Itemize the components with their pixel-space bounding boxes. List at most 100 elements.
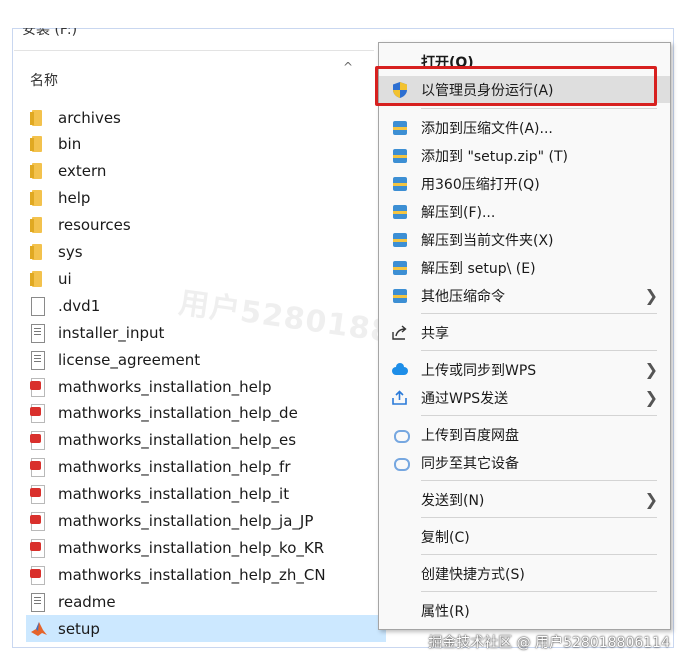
menu-item-extract-to[interactable]: 解压到(F)... [379,198,670,225]
chevron-right-icon: ❯ [644,360,658,379]
winrar-icon [391,203,409,221]
folder-icon [30,270,46,287]
file-name: mathworks_installation_help_de [58,404,298,423]
file-name: installer_input [58,323,165,342]
menu-item-share[interactable]: 共享 [379,319,670,346]
file-icon [30,296,46,316]
wps-cloud-icon [391,361,409,379]
baidu-netdisk-icon [391,426,410,444]
file-name: ui [58,269,72,288]
menu-item-upload-wps[interactable]: 上传或同步到WPS ❯ [379,356,670,383]
file-row[interactable]: mathworks_installation_help_fr [30,454,380,481]
menu-separator [421,350,657,351]
file-row[interactable]: sys [30,239,380,266]
file-row[interactable]: mathworks_installation_help_zh_CN [30,561,380,588]
context-menu: 打开(O) 以管理员身份运行(A) 添加到压缩文件(A)... 添加到 "set… [378,42,671,630]
menu-item-add-to-setup-zip[interactable]: 添加到 "setup.zip" (T) [379,142,670,169]
file-row[interactable]: mathworks_installation_help_de [30,400,380,427]
folder-icon [30,109,46,126]
file-row[interactable]: mathworks_installation_help_ja_JP [30,508,380,535]
text-file-icon [30,592,46,612]
pdf-file-icon [30,458,46,478]
winrar-icon [391,259,409,277]
file-row[interactable]: help [30,185,380,212]
wps-send-icon [391,389,409,407]
column-header-name[interactable]: 名称 [30,70,58,90]
menu-separator [421,415,657,416]
menu-separator [421,517,657,518]
menu-item-send-wps[interactable]: 通过WPS发送 ❯ [379,384,670,411]
pdf-file-icon [30,512,46,531]
file-name: mathworks_installation_help_ko_KR [58,538,325,557]
share-icon [391,324,409,342]
winrar-icon [391,119,409,137]
winrar-icon [391,175,409,193]
file-row[interactable]: license_agreement [30,346,380,373]
file-name: bin [58,135,82,154]
footer-attribution: 掘金技术社区 @ 用户528018806114 [428,635,670,651]
file-row[interactable]: mathworks_installation_help_ko_KR [30,534,380,561]
pdf-file-icon [30,538,46,558]
file-row[interactable]: extern [30,158,380,185]
menu-item-create-shortcut[interactable]: 创建快捷方式(S) [379,560,670,587]
file-name: archives [58,108,121,127]
file-name: mathworks_installation_help_zh_CN [58,565,326,584]
baidu-netdisk-icon [391,454,410,472]
menu-item-upload-baidu[interactable]: 上传到百度网盘 [379,421,670,448]
sort-ascending-icon[interactable]: ^ [343,60,353,74]
winrar-icon [391,231,409,249]
pdf-file-icon [30,404,46,424]
menu-item-sync-devices[interactable]: 同步至其它设备 [379,449,670,476]
file-name: help [58,189,91,208]
chevron-right-icon: ❯ [644,286,658,305]
address-bar[interactable]: 安装 (F:) [14,28,374,51]
file-row[interactable]: mathworks_installation_help_it [30,481,380,508]
file-name: mathworks_installation_help_it [58,485,290,504]
file-row[interactable]: mathworks_installation_help_es [30,427,380,454]
menu-separator [421,591,657,592]
menu-item-extract-to-setup[interactable]: 解压到 setup\ (E) [379,254,670,281]
file-row[interactable]: mathworks_installation_help [30,373,380,400]
menu-separator [421,313,657,314]
matlab-icon [30,620,47,638]
menu-item-other-compress[interactable]: 其他压缩命令 ❯ [379,282,670,309]
file-row[interactable]: bin [30,131,380,158]
winrar-icon [391,147,409,165]
highlight-box [375,66,657,106]
menu-item-open-with-360[interactable]: 用360压缩打开(Q) [379,170,670,197]
menu-separator [421,480,657,481]
file-name: license_agreement [58,350,201,369]
file-name: setup [58,619,100,638]
folder-icon [30,190,46,207]
file-row[interactable]: setup [26,615,386,643]
pdf-file-icon [30,377,46,397]
file-row[interactable]: resources [30,212,380,239]
file-name: .dvd1 [58,296,101,315]
winrar-icon [391,287,409,305]
file-name: resources [58,216,131,235]
text-file-icon [30,350,46,370]
file-row[interactable]: readme [30,588,380,615]
folder-icon [30,163,46,180]
menu-item-copy[interactable]: 复制(C) [379,523,670,550]
menu-item-properties[interactable]: 属性(R) [379,597,670,624]
file-name: sys [58,243,83,261]
menu-item-extract-here[interactable]: 解压到当前文件夹(X) [379,226,670,253]
folder-icon [30,217,46,234]
text-file-icon [30,323,46,343]
file-name: mathworks_installation_help_es [58,431,297,450]
file-name: mathworks_installation_help [58,377,272,396]
file-name: extern [58,162,107,181]
menu-separator [421,554,657,555]
file-name: mathworks_installation_help_fr [58,458,291,477]
chevron-right-icon: ❯ [644,490,658,509]
address-text: 安装 (F:) [22,28,78,38]
file-row[interactable]: archives [30,104,380,131]
pdf-file-icon [30,485,46,505]
menu-item-add-to-archive[interactable]: 添加到压缩文件(A)... [379,114,670,141]
folder-icon [30,136,46,153]
file-name: mathworks_installation_help_ja_JP [58,512,314,530]
pdf-file-icon [30,565,46,585]
menu-item-send-to[interactable]: 发送到(N) ❯ [379,486,670,513]
pdf-file-icon [30,431,46,451]
